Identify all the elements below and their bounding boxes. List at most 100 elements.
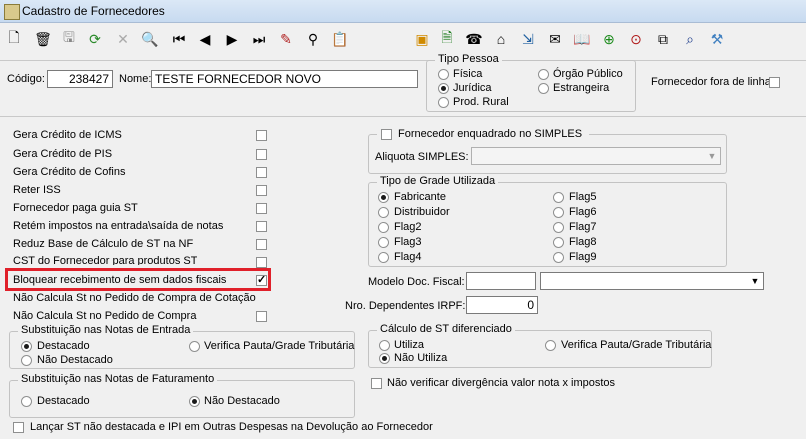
radio-fabricante[interactable]: [378, 192, 389, 203]
radio-flag8[interactable]: [553, 237, 564, 248]
modelo-doc-code-input[interactable]: [466, 272, 536, 290]
radio-flag2[interactable]: [378, 222, 389, 233]
radio-flag5[interactable]: [553, 192, 564, 203]
window-title: Cadastro de Fornecedores: [22, 4, 165, 18]
chevron-down-icon: ▼: [707, 151, 717, 161]
check-label-cofins: Gera Crédito de Cofins: [13, 166, 126, 178]
fora-de-linha-checkbox[interactable]: [769, 77, 780, 88]
first-record-icon[interactable]: ⏮: [169, 29, 189, 49]
check-label-icms: Gera Crédito de ICMS: [13, 129, 122, 141]
simples-checkbox[interactable]: [381, 129, 392, 140]
cancel-icon[interactable]: ✕: [113, 29, 133, 49]
radio-calc-nao-utiliza[interactable]: [379, 353, 390, 364]
next-record-icon[interactable]: ▶: [222, 29, 242, 49]
radio-entrada-nao-destacado-label: Não Destacado: [37, 354, 113, 366]
check-icms[interactable]: [256, 130, 267, 141]
radio-flag9-label: Flag9: [569, 251, 597, 263]
radio-entrada-destacado[interactable]: [21, 341, 32, 352]
radio-flag7-label: Flag7: [569, 221, 597, 233]
radio-fisica[interactable]: [438, 69, 449, 80]
chevron-down-icon: ▼: [750, 276, 760, 286]
copy-icon[interactable]: ⧉: [653, 29, 673, 49]
radio-entrada-nao-destacado[interactable]: [21, 355, 32, 366]
dependentes-input[interactable]: [466, 296, 538, 314]
delete-icon[interactable]: 🗑: [33, 29, 53, 49]
radio-juridica[interactable]: [438, 83, 449, 94]
radio-orgao-publico-label: Órgão Público: [553, 68, 623, 80]
check-label-nao-calcula-cotacao: Não Calcula St no Pedido de Compra de Co…: [13, 292, 256, 304]
radio-distribuidor-label: Distribuidor: [394, 206, 450, 218]
radio-flag9[interactable]: [553, 252, 564, 263]
simples-title: Fornecedor enquadrado no SIMPLES: [398, 128, 583, 140]
previous-record-icon[interactable]: ◀: [195, 29, 215, 49]
check-pis[interactable]: [256, 149, 267, 160]
paste-icon[interactable]: 📋: [330, 29, 350, 49]
subst-faturamento-title: Substituição nas Notas de Faturamento: [18, 373, 218, 385]
nao-verificar-checkbox[interactable]: [371, 378, 382, 389]
radio-orgao-publico[interactable]: [538, 69, 549, 80]
highlight-box: [5, 268, 271, 291]
last-record-icon[interactable]: ⏭: [249, 29, 269, 49]
save-icon[interactable]: 🖫: [59, 29, 79, 49]
radio-estrangeira[interactable]: [538, 83, 549, 94]
check-cst[interactable]: [256, 257, 267, 268]
target-red-icon[interactable]: ⊙: [626, 29, 646, 49]
radio-calc-utiliza[interactable]: [379, 340, 390, 351]
radio-faturamento-destacado[interactable]: [21, 396, 32, 407]
modelo-doc-combo[interactable]: ▼: [540, 272, 764, 290]
check-reduz-base[interactable]: [256, 239, 267, 250]
radio-entrada-verifica[interactable]: [189, 341, 200, 352]
edit-icon[interactable]: ✎: [276, 29, 296, 49]
codigo-input[interactable]: [47, 70, 113, 88]
note-icon[interactable]: ▣: [412, 29, 432, 49]
calculo-st-title: Cálculo de ST diferenciado: [377, 323, 515, 335]
fora-de-linha-label: Fornecedor fora de linha: [651, 76, 771, 88]
radio-prod-rural-label: Prod. Rural: [453, 96, 509, 108]
envelope-icon[interactable]: ✉: [545, 29, 565, 49]
check-cofins[interactable]: [256, 167, 267, 178]
book-icon[interactable]: 📖: [572, 29, 592, 49]
radio-prod-rural[interactable]: [438, 97, 449, 108]
target-icon[interactable]: ⊕: [599, 29, 619, 49]
check-guia-st[interactable]: [256, 203, 267, 214]
radio-flag5-label: Flag5: [569, 191, 597, 203]
search-icon[interactable]: 🔍: [140, 29, 160, 49]
phone-icon[interactable]: ☎: [464, 29, 484, 49]
radio-flag3[interactable]: [378, 237, 389, 248]
refresh-icon[interactable]: ⟳: [85, 29, 105, 49]
radio-faturamento-nao-destacado-label: Não Destacado: [204, 395, 280, 407]
add-document-icon[interactable]: 🗎: [437, 29, 457, 49]
nome-label: Nome:: [119, 73, 152, 85]
radio-flag4[interactable]: [378, 252, 389, 263]
lancar-st-checkbox[interactable]: [13, 422, 24, 433]
tools-icon[interactable]: ⚒: [707, 29, 727, 49]
dependentes-label: Nro. Dependentes IRPF:: [345, 300, 466, 312]
check-retem-impostos[interactable]: [256, 221, 267, 232]
radio-flag8-label: Flag8: [569, 236, 597, 248]
nome-input[interactable]: [151, 70, 418, 88]
check-label-reduz-base: Reduz Base de Cálculo de ST na NF: [13, 238, 194, 250]
tipo-pessoa-title: Tipo Pessoa: [435, 53, 502, 65]
radio-calc-utiliza-label: Utiliza: [394, 339, 424, 351]
check-iss[interactable]: [256, 185, 267, 196]
radio-calc-verifica[interactable]: [545, 340, 556, 351]
app-icon: [4, 4, 20, 20]
export-icon[interactable]: ⇲: [518, 29, 538, 49]
grade-title: Tipo de Grade Utilizada: [377, 175, 499, 187]
check-nao-calcula-pedido[interactable]: [256, 311, 267, 322]
lancar-st-label: Lançar ST não destacada e IPI em Outras …: [30, 421, 433, 433]
zoom-icon[interactable]: ⌕: [680, 29, 700, 49]
radio-calc-nao-utiliza-label: Não Utiliza: [394, 352, 448, 364]
radio-fisica-label: Física: [453, 68, 483, 80]
check-label-pis: Gera Crédito de PIS: [13, 148, 113, 160]
radio-distribuidor[interactable]: [378, 207, 389, 218]
new-icon[interactable]: 🗋: [4, 29, 24, 49]
radio-faturamento-destacado-label: Destacado: [37, 395, 90, 407]
radio-faturamento-nao-destacado[interactable]: [189, 396, 200, 407]
aliquota-combo[interactable]: ▼: [471, 147, 721, 165]
radio-flag6[interactable]: [553, 207, 564, 218]
find-icon[interactable]: ⚲: [303, 29, 323, 49]
radio-flag7[interactable]: [553, 222, 564, 233]
history-icon[interactable]: ⌂: [491, 29, 511, 49]
radio-flag6-label: Flag6: [569, 206, 597, 218]
